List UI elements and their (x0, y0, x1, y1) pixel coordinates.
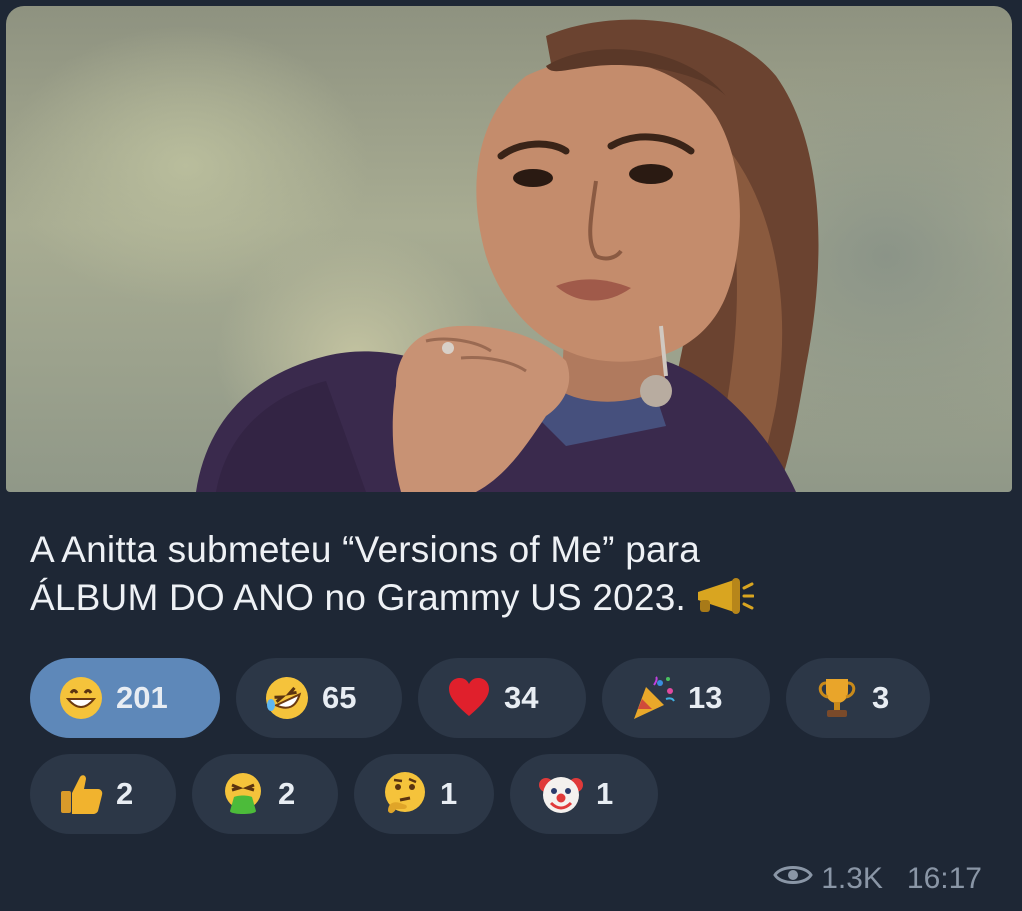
clown-face-icon (538, 771, 584, 817)
reaction-trophy[interactable]: 3 (786, 658, 930, 738)
vomiting-face-icon (220, 771, 266, 817)
reaction-count: 65 (322, 680, 357, 715)
reaction-rofl[interactable]: 65 (236, 658, 402, 738)
post-caption: A Anitta submeteu “Versions of Me” para … (30, 526, 990, 628)
reaction-count: 1 (440, 776, 458, 811)
reaction-count: 13 (688, 680, 723, 715)
trophy-icon (814, 675, 860, 721)
caption-line-1: A Anitta submeteu “Versions of Me” para (30, 529, 701, 570)
rolling-laughing-face-icon (264, 675, 310, 721)
megaphone-icon (694, 576, 755, 628)
grinning-face-icon (58, 675, 104, 721)
reaction-count: 201 (116, 680, 168, 715)
post-photo[interactable] (6, 6, 1012, 492)
reaction-clown[interactable]: 1 (510, 754, 658, 834)
party-popper-icon (630, 675, 676, 721)
reaction-thinking[interactable]: 1 (354, 754, 494, 834)
caption-line-2-text: ÁLBUM DO ANO no Grammy US 2023. (30, 577, 686, 618)
post-time: 16:17 (906, 862, 982, 895)
red-heart-icon (446, 675, 492, 721)
thumbs-up-icon (58, 771, 104, 817)
reaction-party[interactable]: 13 (602, 658, 770, 738)
reaction-count: 34 (504, 680, 539, 715)
eye-icon (773, 862, 813, 896)
reaction-thumbs-up[interactable]: 2 (30, 754, 176, 834)
reaction-vomit[interactable]: 2 (192, 754, 338, 834)
view-count: 1.3K (821, 862, 883, 895)
reaction-heart[interactable]: 34 (418, 658, 586, 738)
post-meta: 1.3K 16:17 (773, 862, 982, 896)
reaction-count: 1 (596, 776, 614, 811)
reaction-count: 3 (872, 680, 890, 715)
reaction-count: 2 (278, 776, 296, 811)
reaction-grinning[interactable]: 201 (30, 658, 220, 738)
channel-post: A Anitta submeteu “Versions of Me” para … (0, 0, 1022, 911)
reaction-count: 2 (116, 776, 134, 811)
caption-line-2: ÁLBUM DO ANO no Grammy US 2023. (30, 574, 990, 628)
thinking-face-icon (382, 771, 428, 817)
portrait-illustration (196, 19, 819, 492)
